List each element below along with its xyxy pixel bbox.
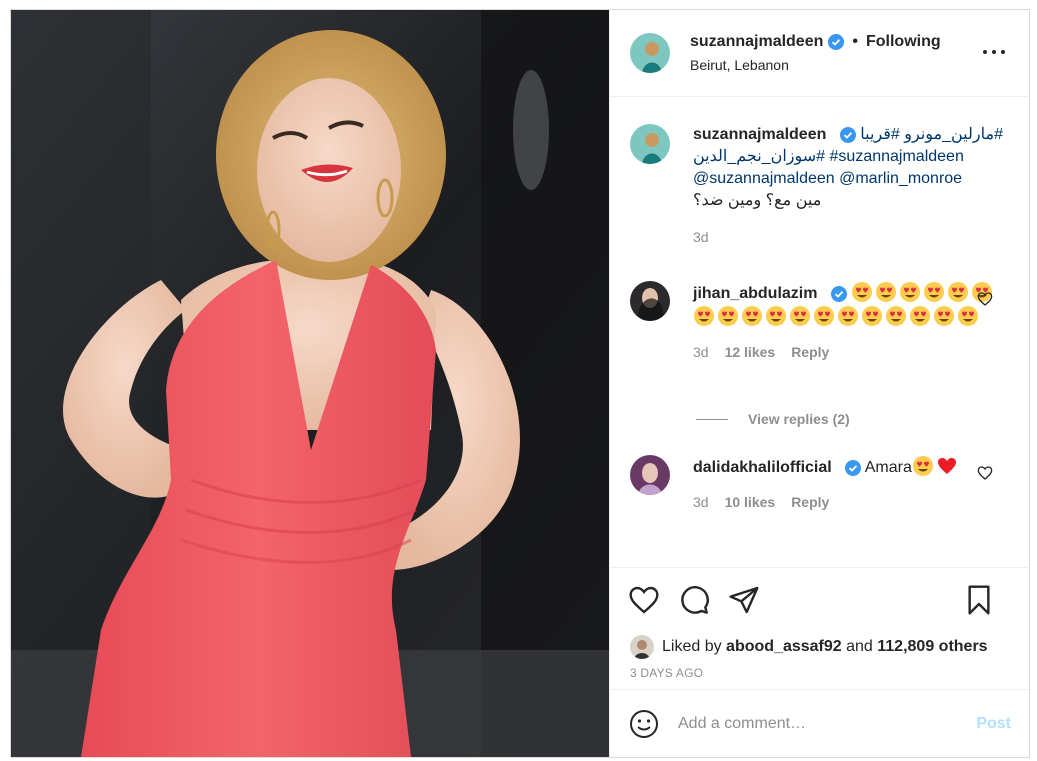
post-photo[interactable] xyxy=(11,10,609,757)
location-link[interactable]: Beirut, Lebanon xyxy=(690,57,941,73)
save-icon xyxy=(968,585,990,615)
liker-username[interactable]: abood_assaf92 xyxy=(726,638,842,656)
heart-eyes-emoji xyxy=(875,281,897,303)
more-icon xyxy=(983,50,987,54)
comment-button[interactable] xyxy=(678,584,710,616)
comments-section: suzannajmaldeen مارلين_مونرو #قريبا# سوز… xyxy=(610,97,1029,567)
caption-username[interactable]: suzannajmaldeen xyxy=(693,126,826,143)
separator-dot: • xyxy=(852,33,858,50)
commenter-avatar[interactable] xyxy=(630,455,670,495)
add-comment-bar: Post xyxy=(610,689,1029,757)
likes-count-link[interactable]: 112,809 others xyxy=(877,638,987,656)
verified-icon xyxy=(839,126,856,143)
comment-input[interactable] xyxy=(678,714,977,733)
heart-eyes-emoji xyxy=(813,305,835,327)
commenter-avatar[interactable] xyxy=(630,281,670,321)
caption-hashtags-1[interactable]: مارلين_مونرو #قريبا# xyxy=(860,126,1003,143)
share-icon xyxy=(729,586,759,613)
liker-avatar[interactable] xyxy=(630,635,654,659)
instagram-post: suzannajmaldeen • Following Beirut, Leba… xyxy=(10,9,1030,758)
verified-icon xyxy=(828,34,845,50)
comment-like-icon[interactable] xyxy=(977,465,993,481)
comment-item: jihan_abdulazim 3d 12 likes Reply xyxy=(630,281,1009,363)
heart-eyes-emoji xyxy=(933,305,955,327)
comment-item: dalidakhalilofficial Amara 3d 10 likes R… xyxy=(630,455,1009,513)
heart-eyes-emoji xyxy=(885,305,907,327)
more-options-button[interactable] xyxy=(983,42,1005,62)
liked-by-label: Liked by xyxy=(662,638,722,655)
share-button[interactable] xyxy=(728,584,760,616)
like-button[interactable] xyxy=(628,584,660,616)
heart-eyes-emoji xyxy=(947,281,969,303)
post-header: suzannajmaldeen • Following Beirut, Leba… xyxy=(610,10,1029,97)
heart-eyes-emoji xyxy=(741,305,763,327)
emoji-picker-button[interactable] xyxy=(628,708,660,740)
comment-icon xyxy=(681,585,709,614)
comment-like-icon[interactable] xyxy=(977,291,993,307)
heart-eyes-emoji xyxy=(765,305,787,327)
heart-eyes-emoji xyxy=(899,281,921,303)
heart-eyes-emoji xyxy=(789,305,811,327)
heart-eyes-emoji xyxy=(923,281,945,303)
heart-eyes-emoji xyxy=(909,305,931,327)
comment-age[interactable]: 3d xyxy=(693,341,709,363)
smile-icon xyxy=(630,709,658,738)
commenter-username[interactable]: jihan_abdulazim xyxy=(693,285,817,302)
verified-icon xyxy=(845,459,862,476)
heart-eyes-emoji xyxy=(693,305,715,327)
caption: suzannajmaldeen مارلين_مونرو #قريبا# سوز… xyxy=(630,124,1009,248)
comment-age[interactable]: 3d xyxy=(693,491,709,513)
caption-age[interactable]: 3d xyxy=(693,226,709,248)
heart-eyes-emoji xyxy=(957,305,979,327)
post-timestamp[interactable]: 3 DAYS AGO xyxy=(610,663,1029,689)
author-avatar[interactable] xyxy=(630,33,670,73)
heart-eyes-emoji xyxy=(717,305,739,327)
red-heart-emoji xyxy=(936,455,958,477)
commenter-username[interactable]: dalidakhalilofficial xyxy=(693,459,832,476)
author-username[interactable]: suzannajmaldeen xyxy=(690,33,823,51)
post-comment-button[interactable]: Post xyxy=(976,715,1011,733)
post-panel: suzannajmaldeen • Following Beirut, Leba… xyxy=(609,10,1029,757)
caption-avatar[interactable] xyxy=(630,124,670,164)
heart-eyes-emoji xyxy=(912,455,934,477)
likes-summary: Liked by abood_assaf92 and 112,809 other… xyxy=(610,631,1029,663)
comment-likes[interactable]: 12 likes xyxy=(725,341,776,363)
save-button[interactable] xyxy=(963,584,995,616)
verified-icon xyxy=(830,285,847,302)
caption-hashtags-2[interactable]: سوزان_نجم_الدين# #suzannajmaldeen xyxy=(693,146,1003,168)
action-bar xyxy=(610,567,1029,631)
caption-mentions[interactable]: @suzannajmaldeen @marlin_monroe xyxy=(693,168,1003,190)
reply-button[interactable]: Reply xyxy=(791,491,829,513)
heart-eyes-emoji xyxy=(851,281,873,303)
reply-button[interactable]: Reply xyxy=(791,341,829,363)
heart-eyes-emoji xyxy=(861,305,883,327)
caption-text: مين مع؟ ومين ضد؟ xyxy=(693,192,822,209)
view-replies-button[interactable]: View replies (2) xyxy=(696,411,850,427)
comment-likes[interactable]: 10 likes xyxy=(725,491,776,513)
post-image xyxy=(11,10,609,757)
heart-icon xyxy=(629,586,659,614)
heart-eyes-emoji xyxy=(837,305,859,327)
following-button[interactable]: Following xyxy=(866,33,941,51)
comment-text: Amara xyxy=(864,459,912,476)
